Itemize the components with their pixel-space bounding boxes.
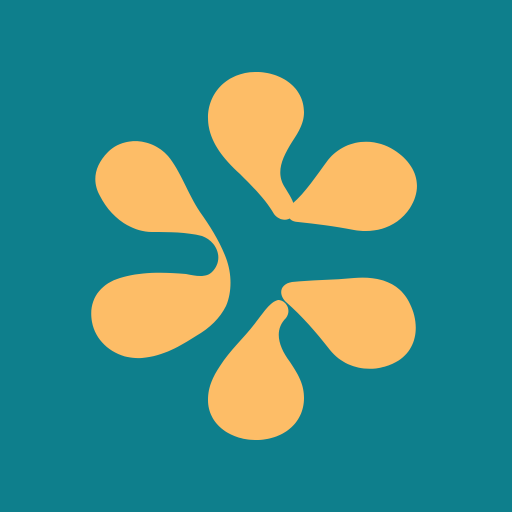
app-icon — [0, 0, 512, 512]
asterisk-flower-logo-icon — [0, 0, 512, 512]
